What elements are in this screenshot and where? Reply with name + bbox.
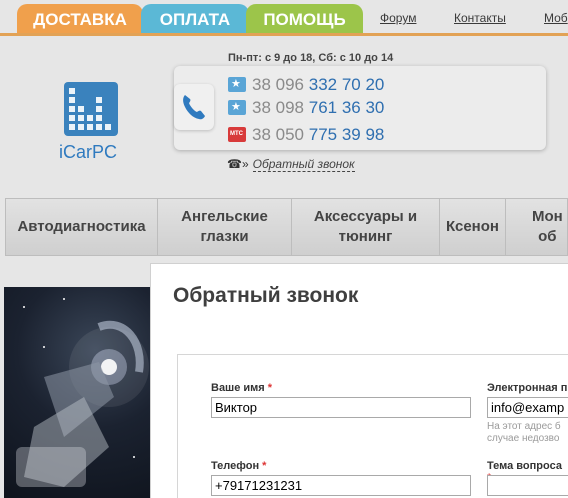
nav-xenon[interactable]: Ксенон bbox=[440, 199, 506, 255]
callback-modal: Обратный звонок Ваше имя * Виктор Электр… bbox=[150, 263, 568, 498]
nav-autodiagnostics[interactable]: Автодиагностика bbox=[6, 199, 158, 255]
mobile-link[interactable]: Моб bbox=[544, 11, 568, 25]
email-label: Электронная п bbox=[487, 382, 568, 394]
nav-monitors[interactable]: Мон об bbox=[506, 199, 568, 255]
handset-icon bbox=[174, 84, 214, 130]
email-help-line-1: На этот адрес б bbox=[487, 421, 561, 432]
modal-title: Обратный звонок bbox=[173, 284, 359, 307]
nav-accessories[interactable]: Аксессуары и тюнинг bbox=[292, 199, 440, 255]
phone-label: Телефон * bbox=[211, 460, 267, 472]
nav-angel-eyes[interactable]: Ангельские глазки bbox=[158, 199, 292, 255]
top-bar: ДОСТАВКА ОПЛАТА ПОМОЩЬ Форум Контакты Мо… bbox=[0, 0, 568, 36]
kyivstar-icon bbox=[228, 100, 246, 115]
forum-link[interactable]: Форум bbox=[380, 11, 416, 25]
logo-icon[interactable] bbox=[64, 82, 118, 136]
tab-payment[interactable]: ОПЛАТА bbox=[141, 4, 249, 35]
callback-form: Ваше имя * Виктор Электронная п info@exa… bbox=[177, 354, 568, 498]
phone-row-2[interactable]: 38 098 761 36 30 bbox=[228, 98, 384, 118]
phone-row-3[interactable]: 38 050 775 39 98 bbox=[228, 125, 384, 145]
logo-text[interactable]: iCarPC bbox=[59, 142, 117, 163]
topic-input[interactable] bbox=[487, 475, 568, 496]
email-help-line-2: случае недозво bbox=[487, 433, 560, 444]
contacts-link[interactable]: Контакты bbox=[454, 11, 506, 25]
mts-icon bbox=[228, 127, 246, 142]
phone-row-1[interactable]: 38 096 332 70 20 bbox=[228, 75, 384, 95]
phone-input[interactable]: +79171231231 bbox=[211, 475, 471, 496]
main-nav: Автодиагностика Ангельские глазки Аксессу… bbox=[5, 198, 568, 256]
callback-link[interactable]: ☎» Обратный звонок bbox=[227, 157, 355, 172]
xenon-lamp-image bbox=[4, 287, 156, 498]
phone-small-icon: ☎ bbox=[227, 157, 242, 171]
kyivstar-icon bbox=[228, 77, 246, 92]
name-label: Ваше имя * bbox=[211, 382, 273, 394]
name-input[interactable]: Виктор bbox=[211, 397, 471, 418]
tab-help[interactable]: ПОМОЩЬ bbox=[246, 4, 363, 35]
email-input[interactable]: info@examp bbox=[487, 397, 568, 418]
top-divider bbox=[0, 33, 568, 36]
work-hours: Пн-пт: с 9 до 18, Сб: с 10 до 14 bbox=[228, 52, 394, 64]
tab-delivery[interactable]: ДОСТАВКА bbox=[17, 4, 143, 35]
